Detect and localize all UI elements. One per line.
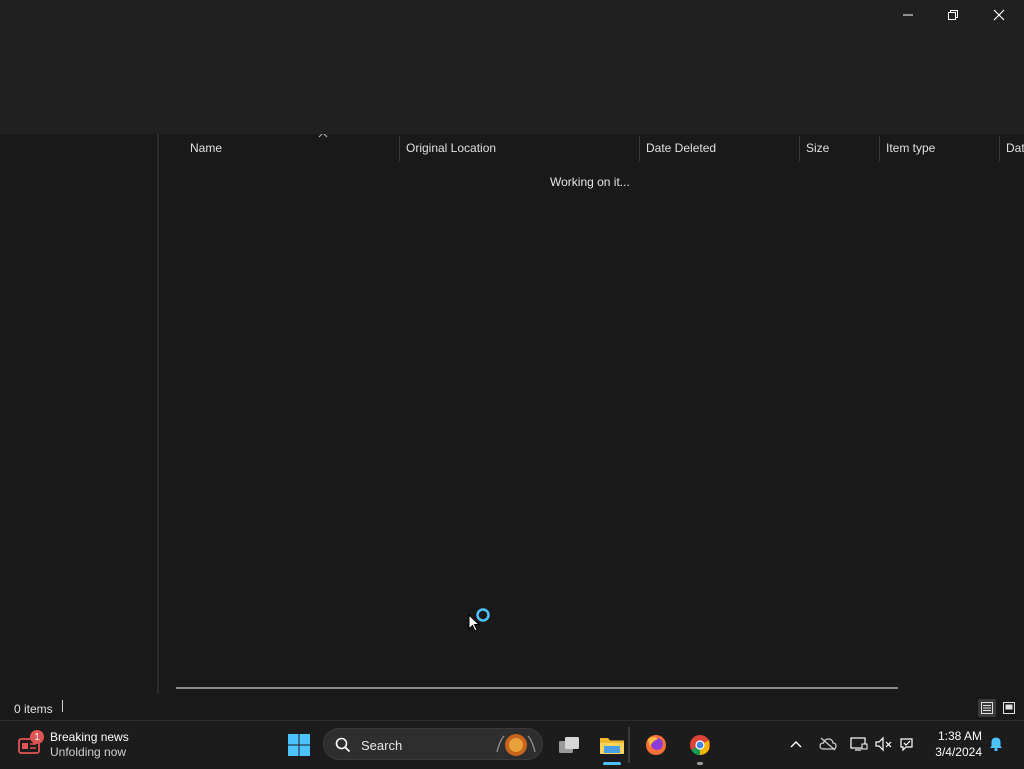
restore-button[interactable] bbox=[930, 0, 976, 30]
firefox-icon bbox=[646, 735, 666, 755]
mouse-pointer-icon bbox=[468, 614, 480, 632]
clock-time: 1:38 AM bbox=[937, 729, 982, 743]
column-header-date-deleted[interactable]: Date Deleted bbox=[646, 134, 798, 161]
item-count: 0 items bbox=[14, 702, 53, 716]
bell-icon bbox=[990, 737, 1002, 752]
firefox-taskbar-button[interactable] bbox=[640, 729, 672, 761]
column-divider[interactable] bbox=[879, 136, 880, 161]
column-header-original-location[interactable]: Original Location bbox=[406, 134, 638, 161]
news-subtitle: Unfolding now bbox=[50, 745, 127, 759]
minimize-button[interactable] bbox=[885, 0, 931, 30]
restore-icon bbox=[948, 10, 958, 20]
column-label: Name bbox=[190, 140, 223, 155]
file-explorer-taskbar-button[interactable] bbox=[596, 729, 628, 761]
minimize-icon bbox=[903, 14, 913, 16]
onedrive-tray-button[interactable] bbox=[817, 733, 839, 755]
taskbar-divider bbox=[628, 727, 630, 763]
chrome-icon bbox=[690, 735, 710, 756]
column-header-date[interactable]: Dat bbox=[1006, 134, 1024, 161]
column-label: Date Deleted bbox=[646, 140, 717, 155]
tiles-view-icon bbox=[1003, 702, 1015, 714]
clock-date: 3/4/2024 bbox=[935, 745, 982, 759]
news-widget[interactable]: 1 Breaking news Unfolding now bbox=[14, 727, 174, 763]
security-tray-button[interactable] bbox=[897, 733, 919, 755]
status-bar: 0 items bbox=[0, 694, 1024, 720]
task-view-button[interactable] bbox=[554, 730, 584, 760]
column-label: Item type bbox=[886, 140, 936, 155]
chevron-up-icon bbox=[790, 741, 802, 748]
search-label: Search bbox=[361, 738, 403, 753]
volume-muted-icon bbox=[875, 736, 892, 752]
navigation-pane[interactable] bbox=[0, 134, 157, 694]
notifications-button[interactable] bbox=[985, 733, 1007, 755]
taskbar: 1 Breaking news Unfolding now Search 1:3… bbox=[0, 720, 1024, 769]
column-header-item-type[interactable]: Item type bbox=[886, 134, 998, 161]
taskbar-search[interactable]: Search bbox=[323, 728, 543, 760]
notification-badge: 1 bbox=[30, 730, 44, 744]
large-icons-view-button[interactable] bbox=[1000, 699, 1018, 717]
show-hidden-icons-button[interactable] bbox=[785, 733, 807, 755]
horizontal-scrollbar[interactable] bbox=[176, 687, 898, 689]
details-view-icon bbox=[981, 702, 993, 714]
start-button[interactable] bbox=[284, 730, 314, 760]
chrome-taskbar-button[interactable] bbox=[684, 729, 716, 761]
column-header-size[interactable]: Size bbox=[806, 134, 878, 161]
toolbar-area bbox=[0, 32, 1024, 134]
network-icon bbox=[850, 737, 868, 751]
column-divider[interactable] bbox=[639, 136, 640, 161]
active-indicator bbox=[603, 762, 621, 765]
sort-ascending-icon bbox=[318, 134, 328, 138]
network-tray-button[interactable] bbox=[848, 733, 870, 755]
window-titlebar bbox=[0, 0, 1024, 32]
loading-text: Working on it... bbox=[550, 175, 630, 189]
details-view-button[interactable] bbox=[978, 699, 996, 717]
column-header-name[interactable]: Name bbox=[190, 134, 398, 161]
column-label: Original Location bbox=[406, 140, 497, 155]
running-indicator bbox=[697, 762, 703, 765]
close-button[interactable] bbox=[976, 0, 1022, 30]
task-view-icon bbox=[559, 737, 579, 753]
search-highlight-icon bbox=[496, 734, 536, 756]
column-divider[interactable] bbox=[399, 136, 400, 161]
column-label: Size bbox=[806, 140, 830, 155]
column-label: Dat bbox=[1006, 140, 1024, 155]
file-list[interactable]: Name Original Location Date Deleted Size… bbox=[159, 134, 1024, 694]
column-divider[interactable] bbox=[999, 136, 1000, 161]
search-icon bbox=[335, 737, 351, 753]
close-icon bbox=[993, 9, 1005, 21]
column-divider[interactable] bbox=[799, 136, 800, 161]
cloud-offline-icon bbox=[819, 737, 837, 751]
status-separator bbox=[62, 700, 63, 712]
windows-logo-icon bbox=[288, 734, 310, 756]
volume-tray-button[interactable] bbox=[873, 733, 895, 755]
news-title: Breaking news bbox=[50, 730, 129, 744]
chat-shield-icon bbox=[900, 738, 913, 752]
folder-icon bbox=[600, 738, 624, 754]
